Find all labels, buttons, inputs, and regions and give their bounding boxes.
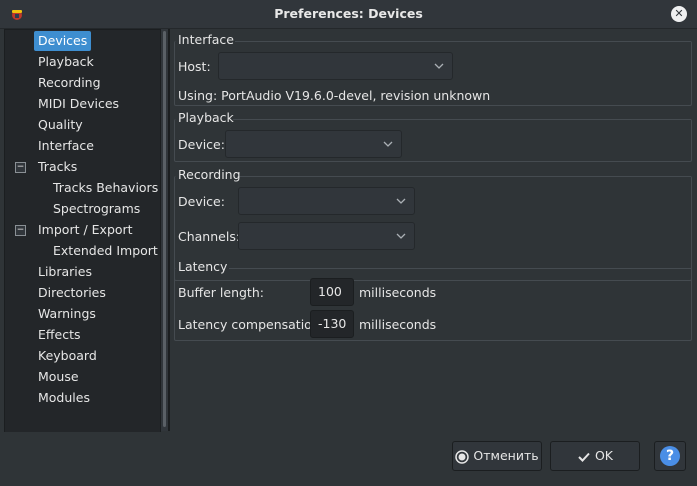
- sidebar-item-keyboard[interactable]: Keyboard: [34, 346, 101, 366]
- recording-group-title: Recording: [178, 167, 241, 182]
- buffer-length-unit: milliseconds: [359, 285, 437, 300]
- buffer-length-input[interactable]: 100: [310, 278, 354, 306]
- chevron-down-icon: [396, 198, 406, 204]
- cancel-button-label: Отменить: [473, 448, 539, 463]
- cancel-button[interactable]: Отменить: [452, 441, 542, 471]
- help-icon: ?: [660, 446, 680, 466]
- buffer-length-label: Buffer length:: [178, 285, 264, 300]
- host-dropdown[interactable]: [218, 52, 453, 80]
- checkmark-icon: [578, 452, 590, 462]
- recording-group-line: [237, 176, 691, 177]
- recording-device-dropdown[interactable]: [238, 187, 415, 215]
- preferences-category-tree[interactable]: Devices Playback Recording MIDI Devices …: [4, 29, 161, 433]
- playback-group-title: Playback: [178, 110, 234, 125]
- title-bar: Preferences: Devices ✕: [0, 0, 697, 29]
- latency-compensation-label: Latency compensation:: [178, 317, 324, 332]
- host-label: Host:: [178, 59, 211, 74]
- recording-channels-label: Channels:: [178, 229, 241, 244]
- sidebar-item-modules[interactable]: Modules: [34, 388, 94, 408]
- playback-group-line: [233, 119, 691, 120]
- sidebar-scrollbar-thumb[interactable]: [163, 31, 166, 427]
- chevron-down-icon: [396, 233, 406, 239]
- sidebar-item-effects[interactable]: Effects: [34, 325, 85, 345]
- sidebar-item-devices[interactable]: Devices: [34, 31, 92, 51]
- latency-group-line: [229, 268, 691, 269]
- close-button[interactable]: ✕: [671, 6, 687, 22]
- playback-device-dropdown[interactable]: [225, 130, 402, 158]
- collapse-tracks-icon[interactable]: −: [15, 162, 26, 173]
- interface-group-title: Interface: [178, 32, 234, 47]
- sidebar-item-tracks-behaviors[interactable]: Tracks Behaviors: [49, 178, 162, 198]
- sidebar-item-playback[interactable]: Playback: [34, 52, 98, 72]
- close-icon: ✕: [674, 7, 684, 20]
- help-button[interactable]: ?: [654, 441, 686, 471]
- sidebar-item-interface[interactable]: Interface: [34, 136, 98, 156]
- using-portaudio-text: Using: PortAudio V19.6.0-devel, revision…: [178, 88, 491, 103]
- ok-button[interactable]: OK: [550, 441, 640, 471]
- window-title: Preferences: Devices: [274, 6, 423, 21]
- chevron-down-icon: [383, 141, 393, 147]
- cancel-icon: [455, 449, 470, 464]
- sidebar-item-import-export[interactable]: Import / Export: [34, 220, 137, 240]
- latency-compensation-unit: milliseconds: [359, 317, 437, 332]
- sidebar-item-recording[interactable]: Recording: [34, 73, 105, 93]
- latency-compensation-input[interactable]: -130: [310, 310, 354, 338]
- sidebar-item-warnings[interactable]: Warnings: [34, 304, 100, 324]
- interface-group-line: [235, 41, 691, 42]
- latency-group: Latency Buffer length: 100 milliseconds …: [174, 259, 692, 341]
- sidebar-item-mouse[interactable]: Mouse: [34, 367, 83, 387]
- sidebar-item-libraries[interactable]: Libraries: [34, 262, 96, 282]
- recording-channels-dropdown[interactable]: [238, 222, 415, 250]
- playback-device-label: Device:: [178, 137, 225, 152]
- collapse-import-export-icon[interactable]: −: [15, 225, 26, 236]
- playback-group: Playback Device:: [174, 110, 692, 162]
- ok-button-label: OK: [594, 448, 614, 463]
- sidebar-item-midi-devices[interactable]: MIDI Devices: [34, 94, 123, 114]
- latency-group-title: Latency: [178, 259, 228, 274]
- sidebar-item-extended-import[interactable]: Extended Import: [49, 241, 162, 261]
- interface-group: Interface Host: Using: PortAudio V19.6.0…: [174, 32, 692, 106]
- recording-device-label: Device:: [178, 194, 225, 209]
- devices-panel: Interface Host: Using: PortAudio V19.6.0…: [168, 29, 694, 431]
- chevron-down-icon: [434, 63, 444, 69]
- recording-group: Recording Device: Channels:: [174, 167, 692, 281]
- sidebar-item-tracks[interactable]: Tracks: [34, 157, 81, 177]
- sidebar-item-directories[interactable]: Directories: [34, 283, 110, 303]
- sidebar-item-quality[interactable]: Quality: [34, 115, 87, 135]
- sidebar-item-spectrograms[interactable]: Spectrograms: [49, 199, 144, 219]
